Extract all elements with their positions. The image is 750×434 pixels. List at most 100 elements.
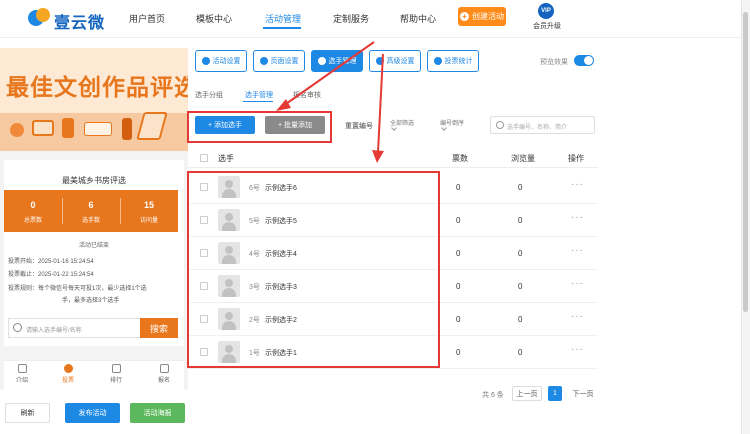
- subtab-contestants[interactable]: 选手管理: [245, 90, 273, 100]
- preview-effect-toggle[interactable]: [574, 55, 594, 66]
- pagination-total: 共 6 条: [482, 392, 504, 399]
- stat-visits: 15 访问量: [120, 190, 178, 232]
- stat-value: 0: [30, 200, 36, 210]
- users-icon: [317, 57, 326, 65]
- plus-icon: +: [460, 12, 469, 21]
- next-page-button[interactable]: 下一页: [568, 386, 598, 401]
- tool-label: 高级设置: [386, 58, 415, 65]
- publish-activity-button[interactable]: 发布活动: [65, 403, 120, 423]
- toggle-knob: [584, 56, 593, 65]
- nav-custom-service[interactable]: 定制服务: [333, 12, 369, 25]
- stat-label: 选手数: [81, 218, 100, 224]
- nav-activity-management[interactable]: 活动管理: [265, 12, 301, 25]
- view-count: 0: [518, 282, 523, 291]
- create-activity-label: 创建活动: [472, 12, 504, 21]
- search-placeholder: 选手编号、名称、简介: [507, 125, 568, 131]
- more-options-icon[interactable]: ···: [571, 311, 584, 322]
- vote-count: 0: [456, 348, 461, 357]
- preview-tabbar: 介绍 投票 排行 报名: [4, 360, 184, 390]
- more-options-icon[interactable]: ···: [571, 212, 584, 223]
- advanced-settings-button[interactable]: 高级设置: [369, 50, 421, 72]
- activity-settings-button[interactable]: 活动设置: [195, 50, 247, 72]
- tool-label: 活动设置: [212, 58, 241, 65]
- vote-count: 0: [456, 183, 461, 192]
- sliders-icon: [375, 57, 384, 65]
- banner-shape: [10, 123, 24, 137]
- refresh-button[interactable]: 刷新: [5, 403, 50, 423]
- tab-label: 报名: [157, 378, 170, 384]
- signup-icon: [159, 364, 169, 373]
- tab-label: 排行: [109, 378, 122, 384]
- gear-icon: [201, 57, 210, 65]
- gear-icon: [259, 57, 268, 65]
- tool-label: 投票统计: [444, 58, 473, 65]
- select-all-checkbox[interactable]: [200, 154, 208, 162]
- search-icon: [13, 323, 22, 332]
- preview-search-input[interactable]: 请输入选手编号/名称: [8, 318, 146, 338]
- more-options-icon[interactable]: ···: [571, 179, 584, 190]
- page-1-button[interactable]: 1: [548, 386, 562, 401]
- vote-statistics-button[interactable]: 投票统计: [427, 50, 479, 72]
- vote-start-time: 投票开始：2025-01-16 15:24:54: [8, 259, 94, 265]
- contestant-search-input[interactable]: 选手编号、名称、简介: [490, 116, 595, 134]
- logo-text[interactable]: 壹云微: [54, 9, 105, 33]
- create-activity-button[interactable]: + 创建活动: [458, 7, 506, 26]
- view-count: 0: [518, 348, 523, 357]
- stat-total-votes: 0 总票数: [4, 190, 62, 232]
- column-contestant: 选手: [218, 154, 234, 163]
- vip-icon[interactable]: VIP: [538, 3, 554, 19]
- tab-label: 投票: [61, 378, 74, 384]
- view-count: 0: [518, 216, 523, 225]
- subtab-groups[interactable]: 选手分组: [195, 90, 223, 100]
- tab-ranking[interactable]: 排行: [98, 364, 134, 384]
- tab-signup[interactable]: 报名: [146, 364, 182, 384]
- search-placeholder: 请输入选手编号/名称: [26, 328, 82, 334]
- tab-intro[interactable]: 介绍: [4, 364, 40, 384]
- nav-help-center[interactable]: 帮助中心: [400, 12, 436, 25]
- logo-icon[interactable]: [28, 6, 52, 30]
- view-count: 0: [518, 183, 523, 192]
- more-options-icon[interactable]: ···: [571, 245, 584, 256]
- preview-search-button[interactable]: 搜索: [140, 318, 178, 338]
- more-options-icon[interactable]: ···: [571, 344, 584, 355]
- nav-templates[interactable]: 模板中心: [196, 12, 232, 25]
- subtab-active-underline: [243, 101, 273, 102]
- subtab-signup-review[interactable]: 报名审核: [293, 90, 321, 100]
- nav-home[interactable]: 用户首页: [129, 12, 165, 25]
- document-icon: [17, 364, 27, 373]
- vote-count: 0: [456, 249, 461, 258]
- more-options-icon[interactable]: ···: [571, 278, 584, 289]
- tool-label: 页面设置: [270, 58, 299, 65]
- highlight-box: [187, 171, 440, 368]
- vote-rules-cont: 手，最多选择3个选手: [62, 298, 120, 304]
- ranking-icon: [111, 364, 121, 373]
- contestant-management-button[interactable]: 选手管理: [311, 50, 363, 72]
- vote-rules: 投票规则：每个微信号每天可投1次，最少选择1个选: [8, 286, 147, 292]
- preview-banner: 最佳文创作品评选: [0, 48, 188, 151]
- banner-shape: [32, 120, 54, 136]
- tab-label: 介绍: [15, 378, 28, 384]
- vote-count: 0: [456, 315, 461, 324]
- prev-page-button[interactable]: 上一页: [512, 386, 542, 401]
- stat-label: 访问量: [139, 218, 158, 224]
- activity-poster-button[interactable]: 活动海报: [130, 403, 185, 423]
- column-votes: 票数: [452, 154, 468, 163]
- tab-vote[interactable]: 投票: [50, 364, 86, 384]
- vote-count: 0: [456, 216, 461, 225]
- preview-effect-label: 预览效果: [540, 59, 568, 66]
- page-settings-button[interactable]: 页面设置: [253, 50, 305, 72]
- highlight-box: [187, 111, 332, 143]
- view-count: 0: [518, 315, 523, 324]
- reset-number-button[interactable]: 重置编号: [345, 121, 373, 131]
- table-header: 选手 票数 浏览量 操作: [188, 148, 598, 168]
- activity-title: 最美城乡书房评选: [62, 176, 126, 185]
- activity-ended-label: 活动已结束: [78, 243, 109, 249]
- stat-label: 总票数: [23, 218, 42, 224]
- vote-end-time: 投票截止：2025-01-22 15:24:54: [8, 272, 94, 278]
- user-icon: [63, 364, 73, 373]
- scrollbar-thumb[interactable]: [743, 12, 748, 312]
- stat-value: 15: [143, 200, 154, 210]
- vote-count: 0: [456, 282, 461, 291]
- vip-upgrade-label[interactable]: 会员升级: [533, 21, 561, 31]
- column-actions: 操作: [568, 154, 584, 163]
